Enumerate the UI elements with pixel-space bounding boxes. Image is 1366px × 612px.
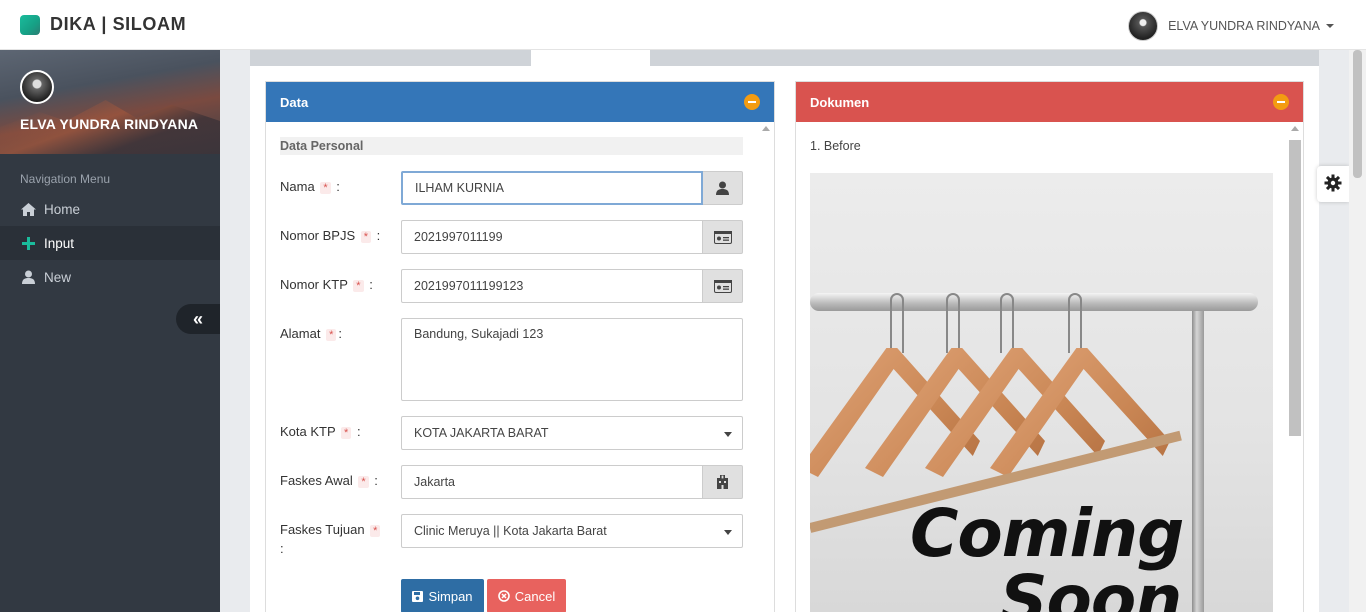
document-image[interactable]: Coming Soon bbox=[810, 173, 1273, 612]
page-scrollbar[interactable] bbox=[1349, 50, 1366, 612]
sidebar-item-label: Input bbox=[44, 235, 75, 251]
top-navbar: DIKA | SILOAM ELVA YUNDRA RINDYANA bbox=[0, 0, 1366, 50]
select-value: KOTA JAKARTA BARAT bbox=[414, 426, 549, 440]
coming-soon-text: Coming Soon bbox=[910, 495, 1184, 612]
alamat-textarea[interactable]: Bandung, Sukajadi 123 bbox=[401, 318, 743, 401]
cancel-label: Cancel bbox=[514, 588, 556, 604]
faskes-tujuan-select[interactable]: Clinic Meruya || Kota Jakarta Barat bbox=[401, 514, 743, 548]
nama-input[interactable] bbox=[401, 171, 703, 205]
hanger-hook bbox=[1000, 293, 1014, 353]
hanger-hook bbox=[890, 293, 904, 353]
tab-active[interactable] bbox=[531, 50, 650, 66]
brand-logo-icon bbox=[20, 14, 40, 35]
ktp-field-group bbox=[401, 269, 743, 303]
alamat-label: Alamat *: bbox=[280, 326, 342, 341]
sidebar-item-home[interactable]: Home bbox=[0, 192, 220, 226]
faskes-awal-field-group bbox=[401, 465, 743, 499]
scroll-thumb[interactable] bbox=[1289, 140, 1301, 436]
user-icon bbox=[703, 171, 743, 205]
chevron-down-icon bbox=[724, 432, 732, 437]
brand-title: DIKA | SILOAM bbox=[50, 14, 187, 34]
ktp-input[interactable] bbox=[401, 269, 703, 303]
chevron-down-icon bbox=[724, 530, 732, 535]
plus-icon bbox=[20, 236, 36, 250]
nav-header: Navigation Menu bbox=[20, 172, 111, 186]
user-menu[interactable]: ELVA YUNDRA RINDYANA bbox=[1128, 11, 1334, 41]
id-card-icon bbox=[703, 269, 743, 303]
hanger-hook bbox=[946, 293, 960, 353]
brand[interactable]: DIKA | SILOAM bbox=[20, 14, 186, 35]
save-icon bbox=[412, 590, 424, 602]
profile-name: ELVA YUNDRA RINDYANA bbox=[20, 116, 199, 132]
faskes-awal-input[interactable] bbox=[401, 465, 703, 499]
gear-icon bbox=[1324, 174, 1342, 195]
double-chevron-left-icon: « bbox=[192, 308, 203, 329]
minimize-icon[interactable] bbox=[1273, 94, 1289, 110]
settings-button[interactable] bbox=[1317, 166, 1349, 202]
hanger-hook bbox=[1068, 293, 1082, 353]
tab-bar bbox=[250, 50, 1319, 66]
dokumen-panel: Dokumen 1. Before Coming Soon bbox=[795, 81, 1304, 612]
profile-avatar bbox=[20, 70, 54, 104]
scroll-up-arrow-icon[interactable] bbox=[762, 126, 770, 131]
dokumen-panel-heading: Dokumen bbox=[796, 82, 1303, 122]
sidebar: ELVA YUNDRA RINDYANA Navigation Menu Hom… bbox=[0, 50, 220, 612]
panel-title: Data bbox=[280, 94, 309, 110]
select-value: Clinic Meruya || Kota Jakarta Barat bbox=[414, 524, 607, 538]
panel-scrollbar[interactable] bbox=[760, 126, 772, 612]
chevron-down-icon bbox=[1326, 24, 1334, 28]
scroll-up-arrow-icon[interactable] bbox=[1291, 126, 1299, 131]
times-circle-icon bbox=[497, 590, 510, 602]
sidebar-item-label: Home bbox=[44, 201, 81, 217]
section-title: Data Personal bbox=[280, 137, 743, 155]
faskes-tujuan-label: Faskes Tujuan *: bbox=[280, 521, 390, 558]
minimize-icon[interactable] bbox=[744, 94, 760, 110]
panel-title: Dokumen bbox=[810, 94, 870, 110]
rack-bar bbox=[810, 293, 1258, 311]
save-button[interactable]: Simpan bbox=[401, 579, 484, 612]
save-label: Simpan bbox=[428, 588, 473, 604]
kota-ktp-select[interactable]: KOTA JAKARTA BARAT bbox=[401, 416, 743, 450]
page-scroll-thumb[interactable] bbox=[1353, 50, 1362, 178]
avatar bbox=[1128, 11, 1159, 41]
data-panel: Data Data Personal Nama * : Nomor BPJS *… bbox=[265, 81, 775, 612]
sidebar-item-label: New bbox=[44, 269, 72, 285]
cancel-button[interactable]: Cancel bbox=[487, 579, 566, 612]
id-card-icon bbox=[703, 220, 743, 254]
kota-ktp-label: Kota KTP * : bbox=[280, 424, 361, 439]
sidebar-item-new[interactable]: New bbox=[0, 260, 220, 294]
ktp-label: Nomor KTP * : bbox=[280, 277, 373, 292]
rack-pole bbox=[1192, 311, 1204, 612]
sidebar-profile: ELVA YUNDRA RINDYANA bbox=[0, 50, 220, 154]
home-icon bbox=[20, 202, 36, 216]
data-panel-heading: Data bbox=[266, 82, 774, 122]
faskes-awal-label: Faskes Awal * : bbox=[280, 473, 378, 488]
document-item-label: 1. Before bbox=[810, 139, 861, 153]
nama-label: Nama * : bbox=[280, 179, 340, 194]
bpjs-label: Nomor BPJS * : bbox=[280, 228, 381, 243]
user-name: ELVA YUNDRA RINDYANA bbox=[1168, 19, 1320, 33]
bpjs-input[interactable] bbox=[401, 220, 703, 254]
panel-scrollbar[interactable] bbox=[1289, 126, 1301, 612]
bpjs-field-group bbox=[401, 220, 743, 254]
collapse-sidebar-button[interactable]: « bbox=[176, 304, 220, 334]
nama-field-group bbox=[401, 171, 743, 205]
user-icon bbox=[20, 270, 36, 284]
hospital-icon bbox=[703, 465, 743, 499]
sidebar-item-input[interactable]: Input bbox=[0, 226, 220, 260]
